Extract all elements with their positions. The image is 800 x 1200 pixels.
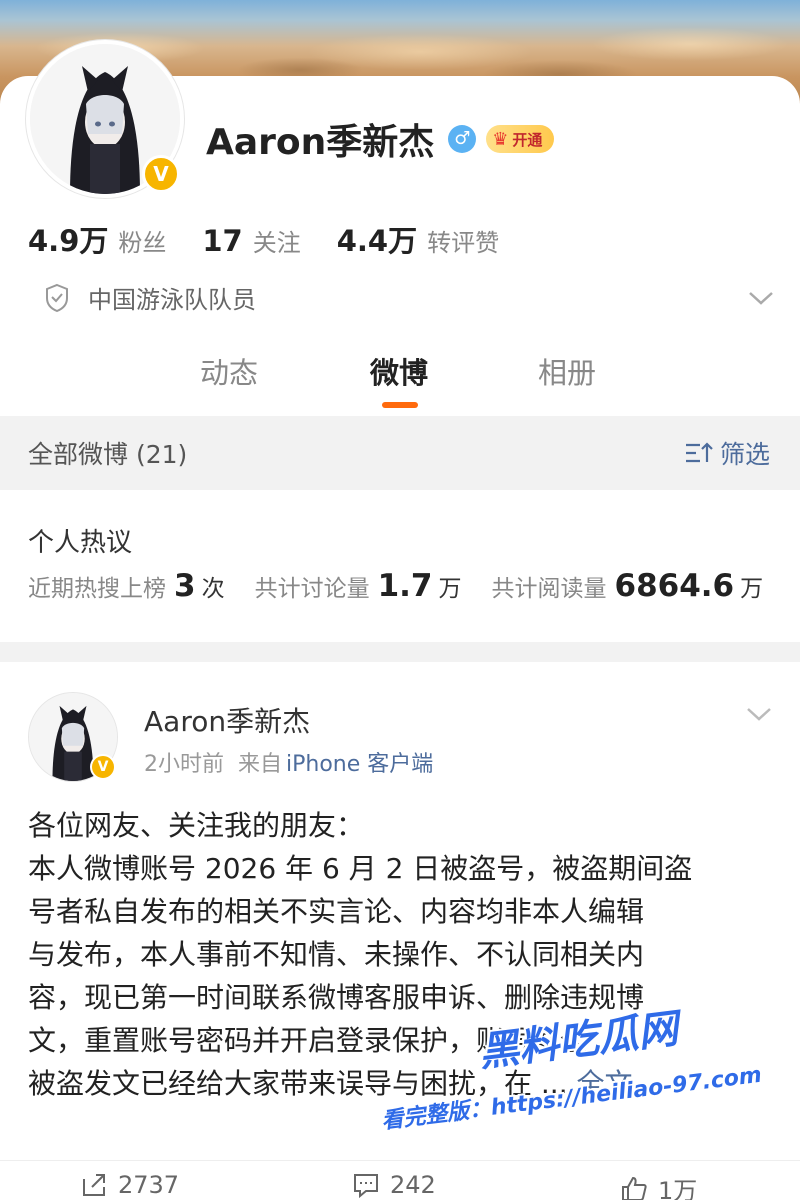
crown-icon: ♛ bbox=[492, 128, 509, 150]
chevron-down-icon[interactable] bbox=[746, 706, 772, 722]
post-content: 各位网友、关注我的朋友： 本人微博账号 2026 年 6 月 2 日被盗号，被盗… bbox=[28, 804, 778, 1105]
active-tab-indicator bbox=[382, 402, 418, 408]
post-source[interactable]: iPhone 客户端 bbox=[286, 746, 433, 778]
filter-icon bbox=[685, 442, 713, 463]
hot-unit: 次 bbox=[201, 576, 225, 602]
stat-label: 粉丝 bbox=[118, 229, 167, 257]
like-button[interactable]: 1万 bbox=[620, 1171, 697, 1200]
all-weibo-count[interactable]: 全部微博 (21) bbox=[28, 435, 187, 471]
profile-stats: 4.9万 粉丝 17 关注 4.4万 转评赞 bbox=[28, 218, 535, 260]
hot-item-reads: 共计阅读量 6864.6 万 bbox=[492, 568, 764, 604]
vip-open-button[interactable]: ♛ 开通 bbox=[486, 125, 555, 153]
repost-button[interactable]: 2737 bbox=[80, 1171, 179, 1199]
male-icon: ♂ bbox=[448, 125, 477, 153]
stat-value: 4.4万 bbox=[336, 224, 418, 258]
comment-count: 242 bbox=[390, 1171, 436, 1199]
post-source-prefix: 来自 bbox=[238, 752, 283, 777]
stat-label: 关注 bbox=[252, 229, 301, 257]
hot-unit: 万 bbox=[438, 576, 462, 602]
hot-unit: 万 bbox=[740, 576, 764, 602]
hot-label: 共计阅读量 bbox=[491, 576, 607, 602]
hot-stats: 近期热搜上榜 3 次 共计讨论量 1.7 万 共计阅读量 6864.6 万 bbox=[28, 568, 788, 604]
post-action-bar: 2737 242 1万 bbox=[0, 1160, 800, 1200]
stat-followers[interactable]: 4.9万 粉丝 bbox=[28, 218, 166, 260]
stat-following[interactable]: 17 关注 bbox=[202, 223, 300, 258]
filter-label: 筛选 bbox=[719, 440, 770, 469]
comment-button[interactable]: 242 bbox=[352, 1171, 436, 1199]
tab-dynamics[interactable]: 动态 bbox=[200, 350, 258, 392]
stat-label: 转评赞 bbox=[427, 229, 500, 257]
post-line: 号者私自发布的相关不实言论、内容均非本人编辑 bbox=[28, 895, 645, 928]
tab-album[interactable]: 相册 bbox=[538, 350, 596, 392]
stat-value: 4.9万 bbox=[28, 224, 109, 258]
tab-weibo[interactable]: 微博 bbox=[370, 350, 428, 392]
repost-count: 2737 bbox=[118, 1171, 180, 1199]
hot-item-discussion: 共计讨论量 1.7 万 bbox=[255, 568, 462, 604]
profile-tabs: 动态 微博 相册 bbox=[0, 350, 800, 414]
identity-row[interactable]: 中国游泳队队员 bbox=[44, 280, 774, 315]
hot-title: 个人热议 bbox=[28, 528, 133, 558]
stat-interactions[interactable]: 4.4万 转评赞 bbox=[337, 218, 499, 260]
filter-bar: 全部微博 (21) 筛选 bbox=[0, 416, 800, 490]
post-time: 2小时前 bbox=[144, 752, 224, 777]
hot-value: 1.7 bbox=[377, 568, 433, 604]
personal-hot-section: 个人热议 近期热搜上榜 3 次 共计讨论量 1.7 万 共计阅读量 6864.6… bbox=[0, 490, 800, 642]
post-author-name[interactable]: Aaron季新杰 bbox=[144, 700, 310, 740]
shield-icon bbox=[46, 283, 68, 312]
vip-label: 开通 bbox=[512, 130, 543, 149]
hot-label: 近期热搜上榜 bbox=[28, 576, 166, 602]
chevron-down-icon[interactable] bbox=[748, 290, 774, 306]
verified-badge-icon: V bbox=[142, 155, 180, 193]
post-line: 本人微博账号 2026 年 6 月 2 日被盗号，被盗期间盗 bbox=[28, 852, 693, 885]
filter-button[interactable]: 筛选 bbox=[684, 435, 770, 471]
hot-item-trending: 近期热搜上榜 3 次 bbox=[28, 568, 225, 604]
comment-icon bbox=[354, 1174, 378, 1199]
post-line: 各位网友、关注我的朋友： bbox=[28, 809, 365, 842]
post-meta: 2小时前 来自 iPhone 客户端 bbox=[144, 746, 433, 778]
hot-value: 6864.6 bbox=[614, 568, 735, 604]
verified-badge-icon: V bbox=[90, 754, 116, 780]
share-icon bbox=[83, 1174, 105, 1196]
identity-text: 中国游泳队队员 bbox=[88, 286, 256, 314]
profile-name-row: Aaron季新杰 ♂ ♛ 开通 bbox=[206, 114, 555, 164]
like-count: 1万 bbox=[658, 1177, 698, 1200]
hot-label: 共计讨论量 bbox=[254, 576, 370, 602]
stat-value: 17 bbox=[202, 224, 243, 258]
section-divider bbox=[0, 642, 800, 662]
thumbs-up-icon bbox=[622, 1176, 647, 1200]
profile-name: Aaron季新杰 bbox=[206, 122, 435, 163]
hot-value: 3 bbox=[174, 568, 196, 604]
post-line: 与发布，本人事前不知情、未操作、不认同相关内 bbox=[28, 938, 645, 971]
